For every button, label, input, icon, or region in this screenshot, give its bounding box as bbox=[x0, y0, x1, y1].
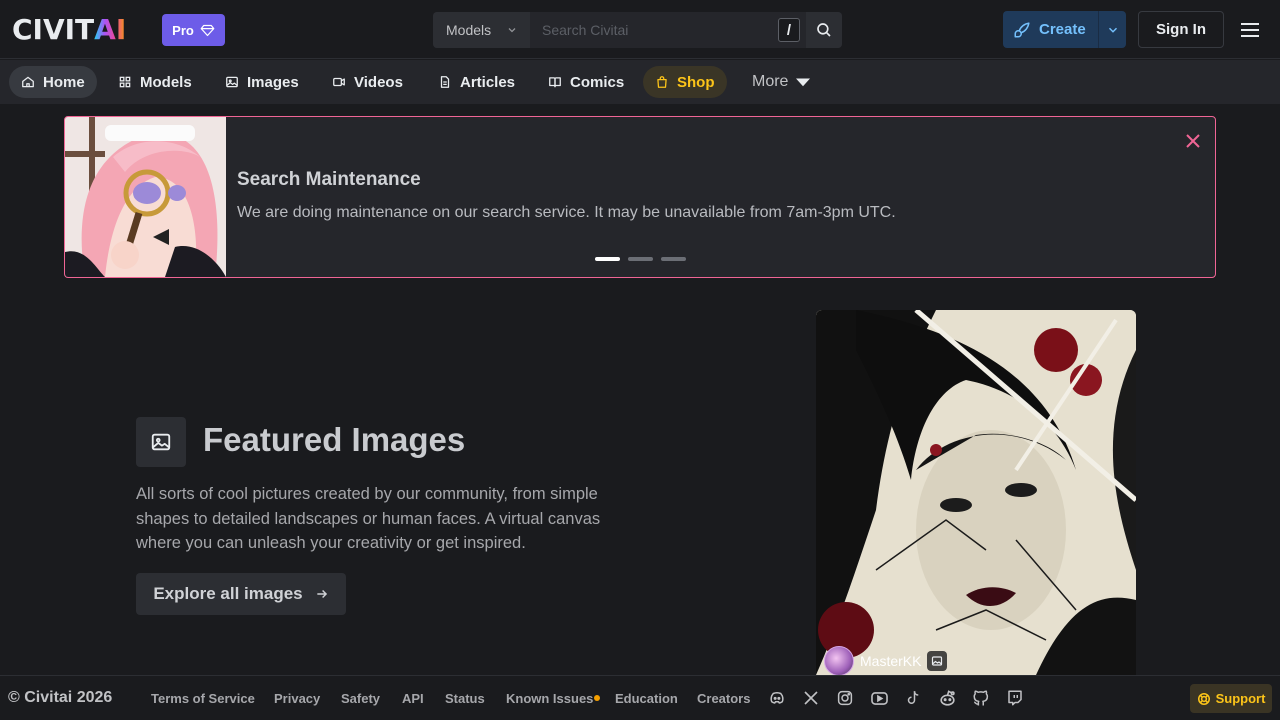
footer-copyright: © Civitai 2026 bbox=[8, 689, 113, 706]
search-button[interactable] bbox=[806, 12, 842, 48]
create-button[interactable]: Create bbox=[1003, 11, 1126, 48]
nav-tab-label: Shop bbox=[677, 73, 715, 91]
youtube-icon[interactable] bbox=[869, 688, 889, 708]
featured-artwork bbox=[816, 310, 1136, 675]
nav-tab-home[interactable]: Home bbox=[9, 66, 97, 98]
caret-down-icon bbox=[796, 78, 811, 87]
banner-dot[interactable] bbox=[661, 257, 686, 261]
book-icon bbox=[549, 77, 561, 88]
tiktok-icon[interactable] bbox=[903, 688, 923, 708]
image-type-chip bbox=[927, 651, 948, 671]
featured-images-heading: Featured Images bbox=[203, 421, 466, 458]
featured-image-card[interactable]: MasterKK bbox=[816, 310, 1136, 675]
nav-tab-videos[interactable]: Videos bbox=[320, 66, 415, 98]
search-field: / bbox=[530, 12, 806, 48]
top-bar: CIVITAI Pro Models / Create Sign In bbox=[0, 0, 1280, 59]
nav-tab-label: Comics bbox=[570, 73, 625, 91]
x-icon[interactable] bbox=[801, 688, 821, 708]
discord-icon[interactable] bbox=[767, 688, 787, 708]
video-icon bbox=[333, 77, 345, 87]
nav-tab-label: Home bbox=[43, 73, 85, 91]
banner-pagination bbox=[595, 257, 686, 261]
search-icon bbox=[817, 23, 831, 37]
footer-link-creators[interactable]: Creators bbox=[697, 691, 750, 706]
search-input[interactable] bbox=[530, 12, 806, 48]
github-icon[interactable] bbox=[971, 688, 991, 708]
photo-icon bbox=[932, 656, 943, 666]
footer-link-status[interactable]: Status bbox=[445, 691, 485, 706]
chevron-down-icon bbox=[1108, 27, 1117, 33]
create-button-main[interactable]: Create bbox=[1003, 21, 1098, 39]
footer: © Civitai 2026 Terms of Service Privacy … bbox=[0, 675, 1280, 720]
creator-badge[interactable]: MasterKK bbox=[824, 646, 948, 675]
create-menu-toggle[interactable] bbox=[1098, 11, 1126, 48]
footer-link-privacy[interactable]: Privacy bbox=[274, 691, 320, 706]
banner-message: We are doing maintenance on our search s… bbox=[237, 204, 896, 221]
file-text-icon bbox=[440, 76, 450, 88]
instagram-icon[interactable] bbox=[835, 688, 855, 708]
banner-dot[interactable] bbox=[595, 257, 620, 261]
main-navigation: Home Models Images Videos Articles Comic… bbox=[0, 60, 1280, 104]
featured-images-description: All sorts of cool pictures created by ou… bbox=[136, 485, 601, 552]
home-icon bbox=[22, 76, 34, 88]
support-button[interactable]: Support bbox=[1190, 684, 1272, 713]
nav-tab-label: Models bbox=[140, 73, 192, 91]
nav-tab-label: Articles bbox=[460, 73, 516, 91]
banner-dot[interactable] bbox=[628, 257, 653, 261]
featured-images-icon-box bbox=[136, 417, 186, 467]
search-scope-select[interactable]: Models bbox=[433, 12, 530, 48]
footer-link-safety[interactable]: Safety bbox=[341, 691, 380, 706]
create-label: Create bbox=[1039, 21, 1086, 38]
nav-tab-models[interactable]: Models bbox=[106, 66, 204, 98]
nav-tab-images[interactable]: Images bbox=[213, 66, 311, 98]
banner-title: Search Maintenance bbox=[237, 169, 421, 190]
announcement-banner: Search Maintenance We are doing maintena… bbox=[64, 116, 1216, 278]
hamburger-icon bbox=[1241, 23, 1259, 37]
twitch-icon[interactable] bbox=[1005, 688, 1025, 708]
nav-tab-comics[interactable]: Comics bbox=[536, 66, 636, 98]
photo-icon bbox=[151, 433, 171, 451]
creator-name: MasterKK bbox=[860, 653, 922, 669]
anime-maid-illustration bbox=[65, 117, 226, 277]
nav-tab-shop[interactable]: Shop bbox=[643, 66, 727, 98]
nav-tab-articles[interactable]: Articles bbox=[426, 66, 527, 98]
arrow-right-icon bbox=[316, 589, 327, 599]
search-scope-value: Models bbox=[446, 22, 492, 38]
footer-link-api[interactable]: API bbox=[402, 691, 424, 706]
creator-avatar bbox=[824, 646, 854, 675]
footer-link-terms[interactable]: Terms of Service bbox=[151, 691, 255, 706]
menu-button[interactable] bbox=[1238, 18, 1262, 42]
banner-illustration bbox=[65, 117, 226, 277]
reddit-icon[interactable] bbox=[937, 688, 957, 708]
civitai-logo[interactable]: CIVIT AI bbox=[12, 15, 126, 45]
search-shortcut-key: / bbox=[778, 18, 800, 42]
diamond-icon bbox=[200, 24, 215, 36]
explore-button-label: Explore all images bbox=[153, 584, 303, 603]
nav-tab-label: More bbox=[752, 73, 789, 90]
sign-in-button[interactable]: Sign In bbox=[1138, 11, 1224, 48]
photo-icon bbox=[226, 76, 238, 88]
pro-button[interactable]: Pro bbox=[162, 14, 225, 46]
grid-icon bbox=[119, 76, 131, 88]
banner-close-button[interactable] bbox=[1183, 131, 1203, 151]
shopping-bag-icon bbox=[657, 76, 667, 88]
explore-all-images-button[interactable]: Explore all images bbox=[136, 573, 346, 615]
known-issues-indicator bbox=[594, 695, 600, 701]
nav-tab-label: Images bbox=[247, 73, 299, 91]
close-icon bbox=[1186, 134, 1200, 148]
footer-link-education[interactable]: Education bbox=[615, 691, 678, 706]
nav-tab-label: Videos bbox=[354, 73, 403, 91]
pro-label: Pro bbox=[172, 22, 194, 38]
brush-icon bbox=[1014, 22, 1030, 37]
logo-text: CIVIT bbox=[12, 13, 95, 46]
footer-link-known-issues[interactable]: Known Issues bbox=[506, 691, 593, 706]
chevron-down-icon bbox=[508, 28, 516, 33]
nav-more-menu[interactable]: More bbox=[740, 66, 822, 98]
lifebuoy-icon bbox=[1197, 692, 1210, 705]
logo-accent-text: AI bbox=[94, 13, 127, 46]
search-bar: Models / bbox=[433, 12, 842, 48]
support-label: Support bbox=[1215, 691, 1266, 706]
